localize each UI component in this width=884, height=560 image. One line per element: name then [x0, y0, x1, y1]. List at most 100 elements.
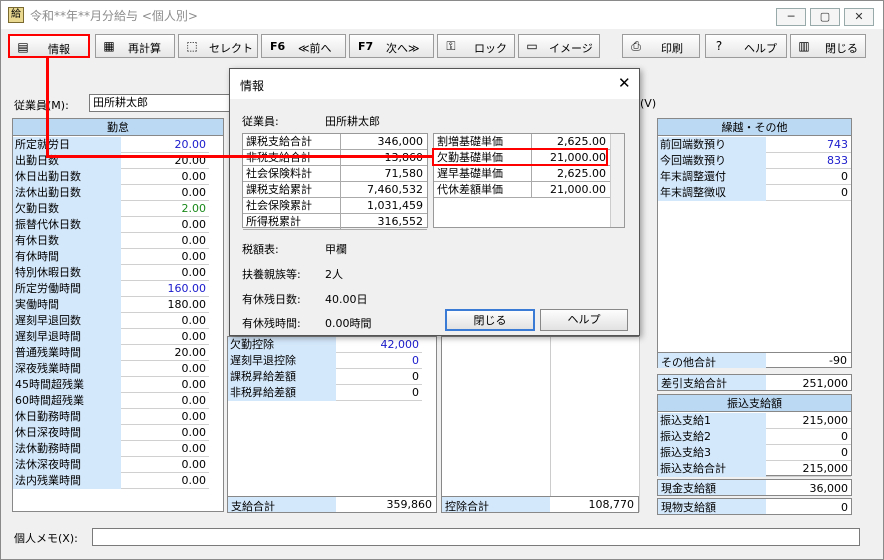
dialog-employee-label: 従業員: [242, 115, 279, 128]
attendance-value[interactable]: 0.00 [182, 441, 207, 457]
attendance-value[interactable]: 0.00 [182, 409, 207, 425]
payment-value[interactable]: 0 [412, 369, 419, 385]
dialog-table-row: 遅早基礎単価 2,625.00 [434, 166, 610, 182]
dialog-close-button[interactable]: 閉じる [445, 309, 535, 331]
attendance-value[interactable]: 0.00 [182, 233, 207, 249]
close-window-button[interactable]: ✕ [844, 8, 874, 26]
attendance-value[interactable]: 0.00 [182, 185, 207, 201]
attendance-label: 欠勤日数 [13, 201, 121, 217]
transfer-value[interactable]: 0 [841, 445, 848, 461]
other-total-row: その他合計 -90 [658, 352, 851, 369]
attendance-row: 60時間超残業 0.00 [13, 393, 209, 409]
tax-table-value: 甲欄 [325, 243, 347, 256]
dialog-table-row: 所得税累計 316,552 [243, 214, 427, 230]
deductions-total-value: 108,770 [588, 498, 635, 511]
calculator-icon: ▦ [103, 39, 115, 53]
payment-label: 遅刻早退控除 [228, 353, 336, 369]
attendance-value[interactable]: 180.00 [168, 297, 207, 313]
attendance-panel: 勤怠 所定就労日 20.00 出勤日数 20.00 休日出勤日数 0.00 法休出勤日数 0.… [12, 118, 224, 512]
attendance-header: 勤怠 [13, 119, 223, 136]
attendance-value[interactable]: 0.00 [182, 457, 207, 473]
transfer-label: 振込支給2 [658, 429, 766, 445]
dialog-table-value: 7,460,532 [367, 183, 423, 196]
transfer-label: 振込支給1 [658, 413, 766, 429]
other-total-label: その他合計 [661, 356, 716, 369]
dialog-table-row: 課税支給合計 346,000 [243, 134, 427, 150]
carryover-label: 年末調整還付 [658, 169, 766, 185]
close-button[interactable]: ▥ 閉じる [790, 34, 866, 58]
attendance-value[interactable]: 0.00 [182, 393, 207, 409]
info-button[interactable]: ▤ 情報 [8, 34, 90, 58]
print-button[interactable]: ⎙ 印刷 [622, 34, 700, 58]
attendance-value[interactable]: 0.00 [182, 249, 207, 265]
memo-label: 個人メモ(X): [14, 532, 78, 545]
dependents-value: 2人 [325, 268, 343, 281]
payment-value[interactable]: 42,000 [381, 337, 420, 353]
dialog-table-value: 21,000.00 [550, 183, 606, 196]
carryover-panel: 繰越・その他 前回端数預り 743 今回端数預り 833 年末調整還付 0 年末調整徴収 0 … [657, 118, 852, 369]
attendance-value[interactable]: 0.00 [182, 313, 207, 329]
dialog-table-scrollbar[interactable] [610, 134, 624, 227]
select-button[interactable]: ⬚ セレクト [178, 34, 258, 58]
transfer-value[interactable]: 215,000 [803, 413, 849, 429]
transfer-panel: 振込支給額 振込支給1 215,000 振込支給2 0 振込支給3 0 振込支給合計 215,… [657, 394, 852, 477]
transfer-value[interactable]: 215,000 [803, 461, 849, 477]
transfer-value[interactable]: 0 [841, 429, 848, 445]
attendance-label: 法休出勤日数 [13, 185, 121, 201]
payment-value[interactable]: 0 [412, 385, 419, 401]
help-button[interactable]: ? ヘルプ [705, 34, 787, 58]
dialog-close-icon[interactable]: ✕ [618, 74, 631, 92]
memo-input[interactable] [92, 528, 860, 546]
paid-leave-days-label: 有休残日数: [242, 293, 301, 306]
payment-value[interactable]: 0 [412, 353, 419, 369]
carryover-row: 前回端数預り 743 [658, 137, 851, 153]
attendance-value[interactable]: 20.00 [175, 137, 207, 153]
attendance-value[interactable]: 0.00 [182, 361, 207, 377]
window-title: 令和**年**月分給与 <個人別> [30, 9, 198, 23]
attendance-label: 休日勤務時間 [13, 409, 121, 425]
transfer-row: 振込支給2 0 [658, 429, 851, 445]
payment-row: 欠勤控除 42,000 [228, 337, 422, 353]
exit-icon: ▥ [798, 39, 810, 53]
attendance-label: 45時間超残業 [13, 377, 121, 393]
next-button[interactable]: F7 次へ≫ [349, 34, 434, 58]
attendance-value[interactable]: 20.00 [175, 345, 207, 361]
attendance-value[interactable]: 160.00 [168, 281, 207, 297]
carryover-value[interactable]: 833 [827, 153, 848, 169]
net-pay-value: 251,000 [802, 377, 849, 390]
attendance-row: 法休勤務時間 0.00 [13, 441, 209, 457]
carryover-value[interactable]: 0 [841, 169, 848, 185]
attendance-row: 所定労働時間 160.00 [13, 281, 209, 297]
image-button[interactable]: ▭ イメージ [518, 34, 600, 58]
maximize-button[interactable]: ▢ [810, 8, 840, 26]
attendance-row: 有休日数 0.00 [13, 233, 209, 249]
lock-button[interactable]: ⚿ ロック [437, 34, 515, 58]
attendance-value[interactable]: 0.00 [182, 169, 207, 185]
recalc-button[interactable]: ▦ 再計算 [95, 34, 175, 58]
transfer-header: 振込支給額 [658, 395, 851, 412]
payment-row: 課税昇給差額 0 [228, 369, 422, 385]
dialog-table-label: 社会保険累計 [243, 198, 341, 213]
dialog-help-button[interactable]: ヘルプ [540, 309, 628, 331]
attendance-value[interactable]: 0.00 [182, 329, 207, 345]
attendance-value[interactable]: 0.00 [182, 425, 207, 441]
dialog-table-row: 代休差額単価 21,000.00 [434, 182, 610, 198]
attendance-value[interactable]: 0.00 [182, 217, 207, 233]
deductions-total-label: 控除合計 [445, 500, 489, 513]
prev-button[interactable]: F6 ≪前へ [261, 34, 346, 58]
deductions-scrollbar[interactable] [639, 336, 653, 512]
attendance-row: 休日出勤日数 0.00 [13, 169, 209, 185]
attendance-value[interactable]: 0.00 [182, 473, 207, 489]
carryover-value[interactable]: 0 [841, 185, 848, 201]
attendance-value[interactable]: 0.00 [182, 265, 207, 281]
attendance-label: 実働時間 [13, 297, 121, 313]
attendance-value[interactable]: 0.00 [182, 377, 207, 393]
minimize-button[interactable]: ─ [776, 8, 806, 26]
dependents-label: 扶養親族等: [242, 268, 301, 281]
carryover-value[interactable]: 743 [827, 137, 848, 153]
transfer-label: 振込支給合計 [658, 461, 766, 477]
attendance-value[interactable]: 2.00 [182, 201, 207, 217]
carryover-label: 今回端数預り [658, 153, 766, 169]
employee-select[interactable]: 田所耕太郎 [89, 94, 231, 112]
transfer-label: 振込支給3 [658, 445, 766, 461]
